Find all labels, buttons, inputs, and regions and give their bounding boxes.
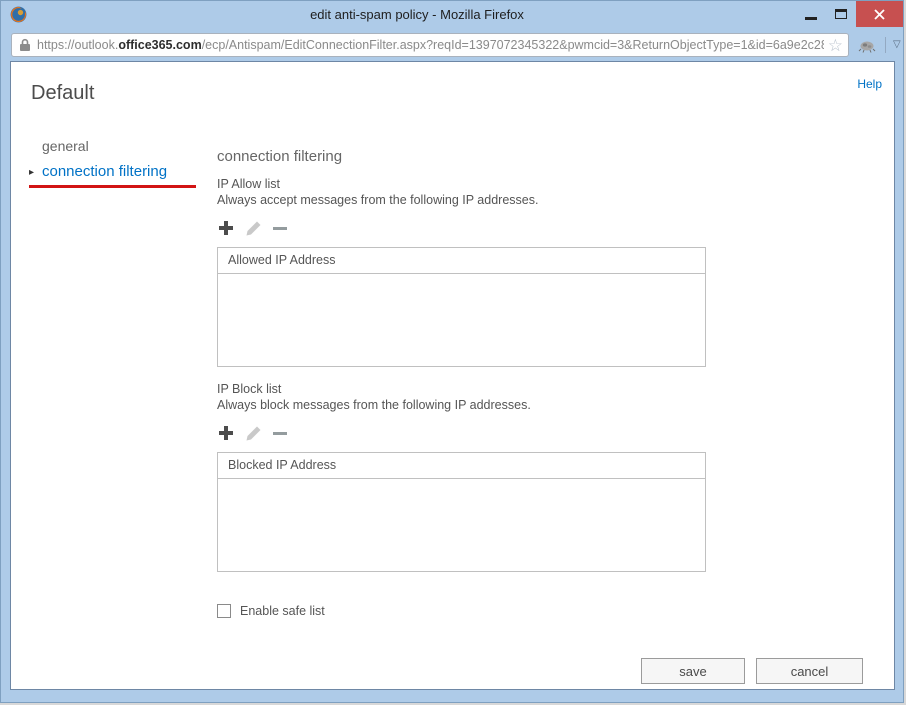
ip-block-toolbar xyxy=(217,423,706,443)
enable-safe-list-row: Enable safe list xyxy=(217,604,706,618)
remove-button[interactable] xyxy=(272,424,288,442)
pencil-icon xyxy=(245,220,262,237)
blocked-ip-list-body xyxy=(217,479,706,572)
url-path: /ecp/Antispam/EditConnectionFilter.aspx?… xyxy=(202,38,824,52)
nav-item-label: general xyxy=(42,138,89,154)
ip-block-section: IP Block list Always block messages from… xyxy=(217,382,706,572)
add-button[interactable] xyxy=(217,219,235,237)
addon-icon[interactable] xyxy=(858,37,876,53)
allowed-ip-list-body xyxy=(217,274,706,367)
allowed-ip-list: Allowed IP Address xyxy=(217,247,706,367)
url-domain: office365.com xyxy=(118,38,201,52)
plus-icon xyxy=(217,219,235,237)
edit-button[interactable] xyxy=(245,220,262,237)
add-button[interactable] xyxy=(217,424,235,442)
firefox-icon[interactable] xyxy=(9,5,28,24)
close-button[interactable] xyxy=(856,1,903,27)
nav-item-general[interactable]: general xyxy=(42,138,209,154)
ip-allow-description: Always accept messages from the followin… xyxy=(217,193,706,207)
url-text: https://outlook.office365.com/ecp/Antisp… xyxy=(37,38,824,52)
ip-block-description: Always block messages from the following… xyxy=(217,398,706,412)
remove-button[interactable] xyxy=(272,219,288,237)
ip-allow-toolbar xyxy=(217,218,706,238)
navbar-separator xyxy=(885,37,886,53)
ip-block-label: IP Block list xyxy=(217,382,706,396)
url-prefix: https://outlook. xyxy=(37,38,118,52)
help-link[interactable]: Help xyxy=(857,77,882,91)
sidebar-nav: general ▸connection filtering xyxy=(29,138,209,188)
browser-window: edit anti-spam policy - Mozilla Firefox … xyxy=(0,0,904,703)
plus-icon xyxy=(217,424,235,442)
browser-navbar: https://outlook.office365.com/ecp/Antisp… xyxy=(1,29,903,61)
lock-icon[interactable] xyxy=(19,38,31,52)
window-controls xyxy=(796,1,903,27)
enable-safe-list-label: Enable safe list xyxy=(240,604,325,618)
main-panel: connection filtering IP Allow list Alway… xyxy=(217,148,706,618)
cancel-button[interactable]: cancel xyxy=(756,658,863,684)
blocked-ip-column-header: Blocked IP Address xyxy=(217,452,706,479)
ip-allow-section: IP Allow list Always accept messages fro… xyxy=(217,177,706,367)
bookmark-star-icon[interactable]: ☆ xyxy=(828,37,843,54)
page-title: Default xyxy=(31,82,94,105)
edit-button[interactable] xyxy=(245,425,262,442)
nav-item-label: connection filtering xyxy=(42,163,167,180)
nav-item-connection-filtering[interactable]: ▸connection filtering xyxy=(29,163,209,180)
window-titlebar[interactable]: edit anti-spam policy - Mozilla Firefox xyxy=(1,1,903,29)
footer-buttons: save cancel xyxy=(641,658,863,684)
allowed-ip-column-header: Allowed IP Address xyxy=(217,247,706,274)
nav-arrow-icon: ▸ xyxy=(29,167,42,178)
minimize-button[interactable] xyxy=(796,1,826,27)
blocked-ip-list: Blocked IP Address xyxy=(217,452,706,572)
window-title: edit anti-spam policy - Mozilla Firefox xyxy=(61,7,773,22)
minus-icon xyxy=(272,219,288,237)
minus-icon xyxy=(272,424,288,442)
maximize-button[interactable] xyxy=(826,1,856,27)
minimize-icon xyxy=(805,17,817,20)
pencil-icon xyxy=(245,425,262,442)
url-bar[interactable]: https://outlook.office365.com/ecp/Antisp… xyxy=(11,33,849,57)
dropdown-chevron-icon[interactable]: ▽ xyxy=(893,40,901,50)
close-icon xyxy=(874,9,885,20)
section-heading: connection filtering xyxy=(217,148,706,165)
maximize-icon xyxy=(835,9,847,19)
ip-allow-label: IP Allow list xyxy=(217,177,706,191)
enable-safe-list-checkbox[interactable] xyxy=(217,604,231,618)
save-button[interactable]: save xyxy=(641,658,745,684)
page-content: Help Default general ▸connection filteri… xyxy=(10,61,895,690)
active-tab-underline xyxy=(29,185,196,188)
